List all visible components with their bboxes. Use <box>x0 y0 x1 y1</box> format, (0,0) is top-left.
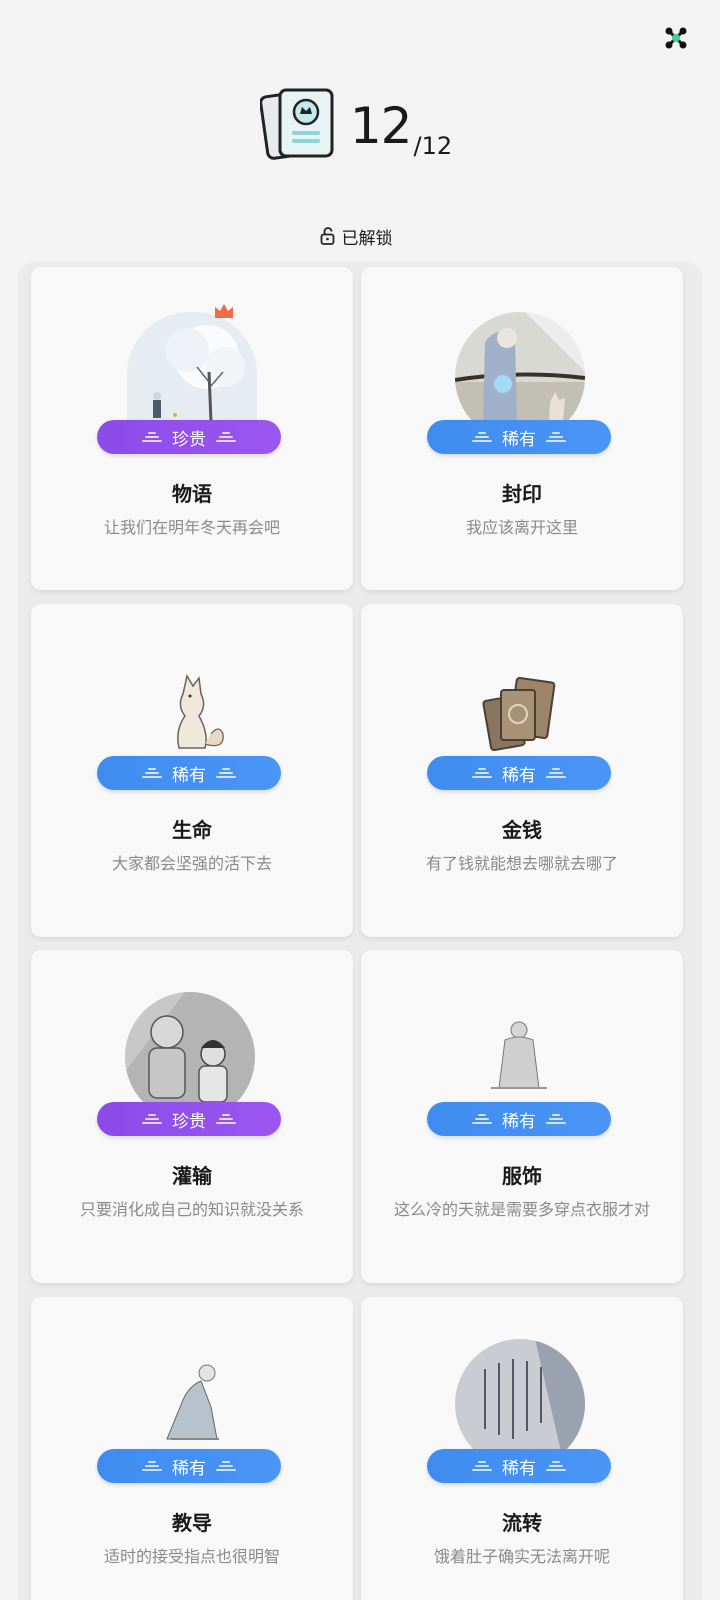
rarity-label: 稀有 <box>502 1458 536 1479</box>
rarity-label: 稀有 <box>502 765 536 786</box>
unlocked-label: 已解锁 <box>341 228 393 249</box>
rarity-badge: 稀有 <box>427 1102 611 1136</box>
rarity-badge: 稀有 <box>427 1449 611 1483</box>
close-button[interactable] <box>662 26 690 54</box>
card-description: 我应该离开这里 <box>465 518 578 537</box>
card-description: 只要消化成自己的知识就没关系 <box>79 1200 304 1219</box>
card-description: 这么冷的天就是需要多穿点衣服才对 <box>393 1200 650 1219</box>
card-title: 灌输 <box>172 1164 212 1188</box>
card-description: 适时的接受指点也很明智 <box>103 1547 280 1566</box>
card-item[interactable]: 珍贵 灌输 只要消化成自己的知识就没关系 <box>31 950 353 1283</box>
card-item[interactable]: 稀有 教导 适时的接受指点也很明智 <box>31 1297 353 1600</box>
rarity-badge: 珍贵 <box>97 1102 281 1136</box>
collection-header: 12 /12 <box>0 86 720 166</box>
card-description: 大家都会坚强的活下去 <box>111 854 272 873</box>
card-description: 饿着肚子确实无法离开呢 <box>433 1547 610 1566</box>
card-title: 流转 <box>502 1511 542 1535</box>
card-item[interactable]: 珍贵 物语 让我们在明年冬天再会吧 <box>31 267 353 590</box>
card-item[interactable]: 稀有 封印 我应该离开这里 <box>361 267 683 590</box>
card-title: 服饰 <box>502 1164 542 1188</box>
card-item[interactable]: 稀有 生命 大家都会坚强的活下去 <box>31 604 353 937</box>
rarity-label: 珍贵 <box>172 1111 206 1132</box>
rarity-badge: 稀有 <box>427 756 611 790</box>
rarity-label: 珍贵 <box>172 429 206 450</box>
rarity-label: 稀有 <box>502 1111 536 1132</box>
card-title: 生命 <box>172 818 212 842</box>
rarity-label: 稀有 <box>502 429 536 450</box>
unlocked-filter[interactable]: 已解锁 <box>0 224 720 249</box>
rarity-label: 稀有 <box>172 765 206 786</box>
collected-count: 12 <box>349 97 413 155</box>
kneeling-figure-art <box>127 1347 257 1447</box>
sitting-figure-art <box>455 1010 585 1110</box>
card-description: 有了钱就能想去哪就去哪了 <box>425 854 618 873</box>
rarity-badge: 珍贵 <box>97 420 281 454</box>
total-count: /12 <box>413 132 453 160</box>
card-title: 金钱 <box>502 818 542 842</box>
card-title: 物语 <box>172 482 212 506</box>
unlock-icon <box>320 227 336 245</box>
fox-art <box>127 664 257 764</box>
coins-art <box>455 664 585 764</box>
rarity-badge: 稀有 <box>97 756 281 790</box>
card-title: 教导 <box>172 1511 212 1535</box>
crown-icon <box>213 302 235 324</box>
card-item[interactable]: 稀有 金钱 有了钱就能想去哪就去哪了 <box>361 604 683 937</box>
rarity-badge: 稀有 <box>427 420 611 454</box>
card-description: 让我们在明年冬天再会吧 <box>103 518 280 537</box>
close-icon <box>665 27 687 53</box>
card-item[interactable]: 稀有 服饰 这么冷的天就是需要多穿点衣服才对 <box>361 950 683 1283</box>
rarity-badge: 稀有 <box>97 1449 281 1483</box>
card-title: 封印 <box>502 482 542 506</box>
card-collection-icon <box>259 86 340 166</box>
rarity-label: 稀有 <box>172 1458 206 1479</box>
card-item[interactable]: 稀有 流转 饿着肚子确实无法离开呢 <box>361 1297 683 1600</box>
